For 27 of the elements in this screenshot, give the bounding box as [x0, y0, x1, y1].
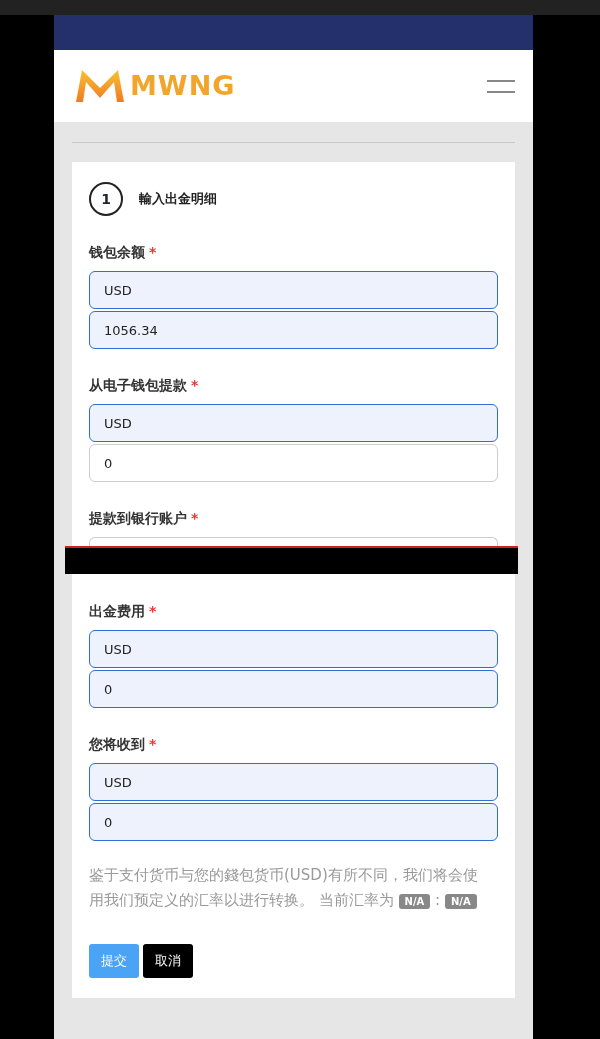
brand-name: MWNG — [130, 68, 236, 103]
input-field[interactable]: USD — [89, 271, 498, 309]
step-title: 輸入出金明细 — [139, 190, 217, 209]
field-label: 钱包余额 — [89, 244, 145, 260]
field-label: 出金费用 — [89, 603, 145, 619]
field-label: 提款到银行账户 — [89, 510, 187, 526]
logo-icon — [74, 68, 126, 104]
input-field[interactable]: 1056.34 — [89, 311, 498, 349]
required-mark: * — [149, 603, 157, 619]
input-field[interactable]: USD — [89, 404, 498, 442]
field-label: 您将收到 — [89, 736, 145, 752]
rate-tag: N/A — [398, 894, 431, 909]
required-mark: * — [149, 736, 157, 752]
field-label: 从电子钱包提款 — [89, 377, 187, 393]
step-number: 1 — [89, 182, 123, 216]
input-field[interactable]: 0 — [89, 670, 498, 708]
rate-tag: N/A — [444, 894, 477, 909]
required-mark: * — [191, 510, 199, 526]
input-field[interactable]: 0 — [89, 444, 498, 482]
required-mark: * — [149, 244, 157, 260]
required-mark: * — [191, 377, 199, 393]
input-field[interactable]: USD — [89, 763, 498, 801]
exchange-rate-note: 鉴于支付货币与您的錢包货币(USD)有所不同，我们将会使用我们预定义的汇率以进行转换。 当前汇率为 N/A : N/A — [89, 865, 479, 911]
input-field[interactable]: 0 — [89, 803, 498, 841]
cancel-button[interactable]: 取消 — [143, 944, 193, 978]
input-field[interactable]: USD — [89, 630, 498, 668]
menu-icon[interactable] — [487, 79, 515, 93]
